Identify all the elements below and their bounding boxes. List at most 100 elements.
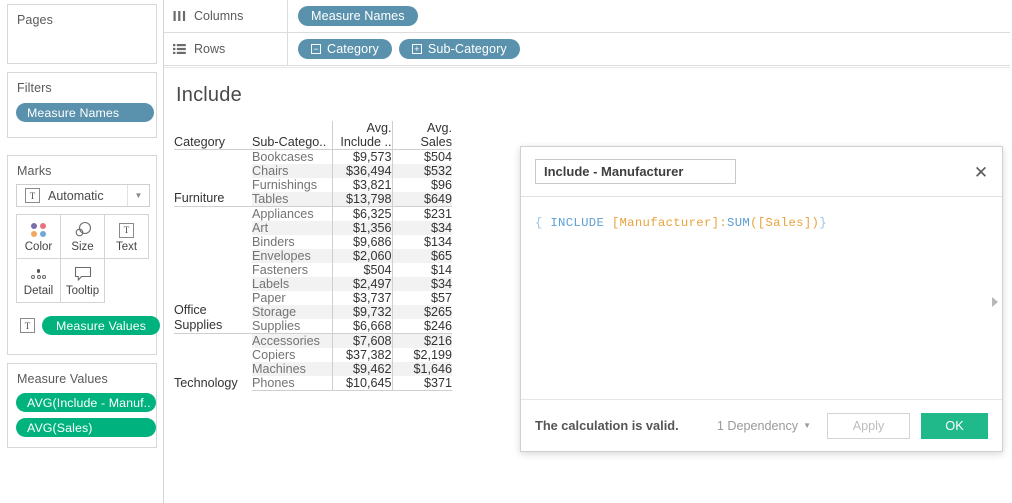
marks-detail-button[interactable]: Detail	[16, 258, 61, 303]
cell-sub-category: Accessories	[252, 333, 332, 348]
columns-shelf-label-group: Columns	[164, 0, 288, 32]
header-sub-category: Sub-Catego..	[252, 121, 332, 150]
pages-card: Pages	[7, 4, 157, 64]
header-avg-include-line2: Include ..	[340, 135, 392, 149]
cell-sub-category: Copiers	[252, 348, 296, 362]
shelf-pill-category-label: Category	[327, 42, 379, 56]
shelf-pill-sub-category-label: Sub-Category	[427, 42, 507, 56]
cell-avg-sales: $231	[391, 206, 452, 221]
cell-category: Furniture	[174, 149, 252, 207]
cell-avg-sales: $1,646	[391, 362, 452, 376]
mark-type-label: Automatic	[48, 188, 104, 203]
shelf-pill-sub-category[interactable]: + Sub-Category	[398, 39, 520, 59]
cell-category: Technology	[174, 333, 252, 391]
mark-type-dropdown[interactable]: T Automatic ▼	[16, 184, 150, 207]
cell-avg-include: $2,497	[331, 277, 392, 291]
formula-token-punc: (	[750, 216, 758, 230]
calc-dependency-label: 1 Dependency	[716, 418, 799, 433]
cell-avg-include: $9,686	[331, 235, 392, 249]
cell-sub-category: Bookcases	[252, 149, 332, 164]
header-avg-include-line1: Avg.	[366, 121, 392, 135]
cell-avg-sales: $2,199	[391, 348, 452, 362]
marks-tooltip-button[interactable]: Tooltip	[60, 258, 105, 303]
cell-avg-include: $7,608	[331, 333, 392, 348]
expand-plus-icon[interactable]: +	[411, 44, 422, 54]
columns-shelf[interactable]: Columns Measure Names	[164, 0, 1012, 33]
tooltip-bubble-icon	[73, 264, 93, 284]
cell-sub-category: Binders	[252, 235, 295, 249]
measure-value-pill-avg-include-manufacturer[interactable]: AVG(Include - Manuf..	[16, 393, 156, 412]
cell-sub-category: Paper	[252, 291, 286, 305]
cell-avg-sales: $134	[391, 235, 452, 249]
table-row[interactable]: Technology Accessories $7,608 $216	[174, 333, 452, 391]
chevron-down-icon[interactable]: ▼	[127, 185, 149, 206]
header-avg-sales-line1: Avg.	[427, 121, 452, 135]
cell-avg-sales: $246	[391, 319, 452, 334]
marks-card: Marks T Automatic ▼ Color Size T Text De…	[7, 155, 161, 355]
calc-dependency-dropdown[interactable]: 1 Dependency ▼	[717, 419, 811, 433]
columns-shelf-content[interactable]: Measure Names	[288, 6, 418, 26]
shelf-pill-measure-names[interactable]: Measure Names	[298, 6, 418, 26]
cell-avg-include: $2,060	[331, 249, 392, 263]
filter-pill-measure-names[interactable]: Measure Names	[16, 103, 154, 122]
cell-avg-sales: $14	[391, 263, 452, 277]
worksheet-title: Include	[176, 84, 242, 106]
expand-right-arrow-icon[interactable]	[989, 295, 1001, 309]
cell-sub-category: Art	[252, 221, 332, 235]
rows-shelf-content[interactable]: − Category + Sub-Category	[288, 39, 520, 59]
cell-avg-sales: $265	[391, 305, 452, 319]
tableau-workspace: Pages Filters Measure Names Marks T Auto…	[0, 0, 1012, 503]
header-avg-sales: Avg. Sales	[391, 121, 452, 150]
formula-token-brace: {	[535, 216, 543, 230]
cell-sub-category: Envelopes	[252, 249, 332, 263]
measure-values-card-title: Measure Values	[17, 372, 108, 386]
cell-avg-include: $6,668	[331, 319, 392, 334]
cell-category: Office Supplies	[174, 206, 252, 334]
calc-status-text: The calculation is valid.	[535, 418, 679, 433]
apply-button[interactable]: Apply	[827, 412, 910, 439]
formula-token-kw: INCLUDE	[542, 216, 612, 230]
table-row[interactable]: Furniture Bookcases $9,573 $504	[174, 149, 452, 207]
cell-avg-sales: $532	[391, 164, 452, 178]
close-icon[interactable]: ✕	[970, 161, 992, 183]
rows-shelf[interactable]: Rows − Category + Sub-Category	[164, 33, 1012, 66]
formula-token-field: [Sales]	[757, 216, 812, 230]
measure-values-card: Measure Values AVG(Include - Manuf.. AVG…	[7, 363, 157, 448]
columns-shelf-label: Columns	[194, 9, 244, 23]
marks-text-button[interactable]: T Text	[104, 214, 149, 259]
marks-pill-measure-values[interactable]: Measure Values	[42, 316, 161, 335]
cell-avg-include: $9,732	[331, 305, 392, 319]
cell-avg-sales: $96	[391, 178, 452, 192]
marks-size-button[interactable]: Size	[60, 214, 105, 259]
calculated-field-dialog: ✕ { INCLUDE [Manufacturer]:SUM([Sales])}…	[520, 146, 1003, 452]
shelf-pill-category[interactable]: − Category	[298, 39, 392, 59]
cell-avg-sales: $65	[391, 249, 452, 263]
calc-name-input[interactable]	[535, 159, 736, 184]
cell-avg-sales: $504	[391, 149, 452, 164]
measure-value-pill-avg-sales[interactable]: AVG(Sales)	[16, 418, 156, 437]
left-sidebar: Pages Filters Measure Names Marks T Auto…	[0, 0, 164, 503]
calc-formula-editor[interactable]: { INCLUDE [Manufacturer]:SUM([Sales])}	[521, 198, 1002, 401]
ok-button[interactable]: OK	[921, 412, 988, 439]
rows-shelf-label: Rows	[194, 42, 226, 56]
cell-sub-category: Machines	[252, 362, 332, 376]
cell-sub-category: Supplies	[252, 319, 301, 333]
collapse-minus-icon[interactable]: −	[311, 44, 321, 54]
cell-avg-sales: $57	[391, 291, 452, 305]
size-circles-icon	[72, 220, 94, 240]
cell-avg-include: $9,462	[331, 362, 392, 376]
marks-card-title: Marks	[17, 164, 52, 178]
marks-color-button[interactable]: Color	[16, 214, 61, 259]
table-row[interactable]: Office Supplies Appliances $6,325 $231	[174, 206, 452, 334]
calc-dialog-header: ✕	[521, 147, 1002, 197]
filters-card-title: Filters	[17, 81, 52, 95]
chevron-down-icon: ▼	[803, 421, 811, 430]
marks-tooltip-label: Tooltip	[65, 285, 100, 297]
cell-sub-category: Fasteners	[252, 263, 308, 277]
marks-buttons-group: Color Size T Text Detail Tooltip	[16, 214, 152, 303]
marks-size-label: Size	[71, 241, 94, 253]
cell-sub-category: Chairs	[252, 164, 332, 178]
cell-avg-include: $1,356	[331, 221, 392, 235]
detail-dots-icon	[31, 264, 46, 284]
cell-avg-include: $3,821	[331, 178, 392, 192]
